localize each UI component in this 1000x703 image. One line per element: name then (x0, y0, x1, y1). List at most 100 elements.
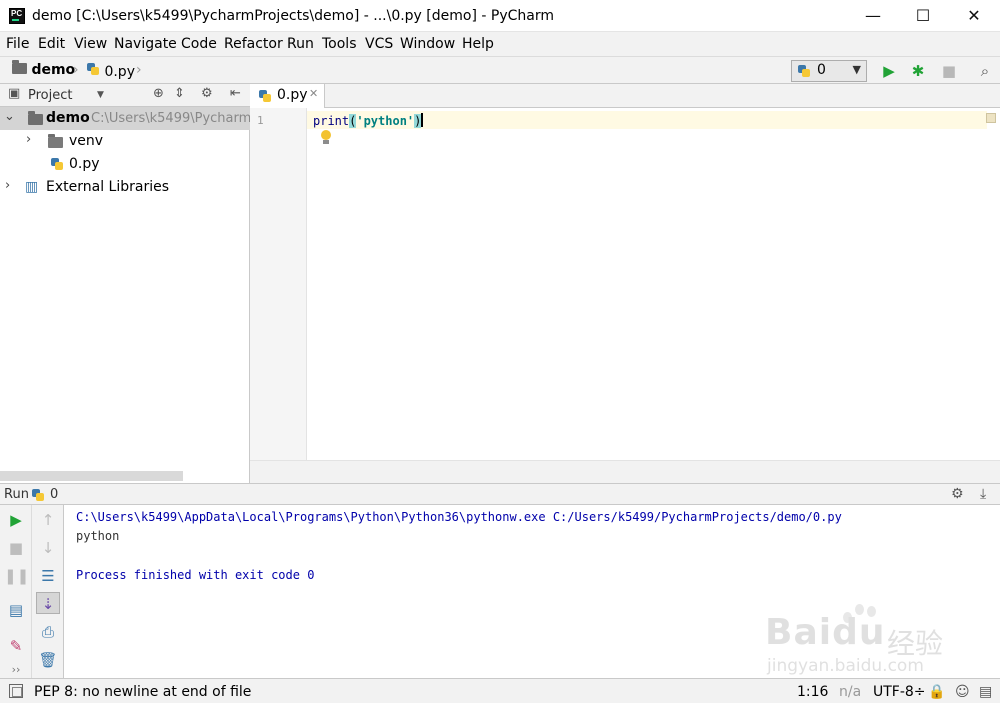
editor-gutter: 1 (250, 108, 307, 460)
run-configuration-select[interactable]: 0 ▼ (791, 60, 867, 82)
baidu-watermark: Baidu 经验 jingyan.baidu.com (765, 598, 945, 678)
menu-navigate[interactable]: Navigate (114, 36, 177, 52)
tree-item-label: demo (46, 110, 90, 126)
chevron-down-icon: ▼ (852, 63, 861, 76)
stop-icon[interactable]: ■ (4, 537, 28, 559)
up-arrow-icon[interactable]: ↑ (36, 509, 60, 531)
pause-icon[interactable]: ❚❚ (4, 565, 29, 587)
line-number: 1 (257, 114, 264, 127)
menu-bar: File Edit View Navigate Code Refactor Ru… (0, 32, 1000, 56)
window-title: demo [C:\Users\k5499\PycharmProjects\dem… (32, 8, 554, 24)
stop-button[interactable]: ■ (938, 61, 960, 81)
editor-tab-bar: 0.py ✕ (250, 84, 1000, 108)
breadcrumb-file[interactable]: 0.py (86, 62, 135, 80)
tool-windows-icon[interactable] (9, 684, 23, 698)
folder-icon (28, 111, 43, 125)
debug-button[interactable]: ✱ (907, 61, 929, 81)
chevron-down-icon[interactable]: ⌄ (4, 109, 15, 124)
locate-file-icon[interactable]: ⊕ (153, 86, 164, 101)
trash-icon[interactable]: 🗑 (36, 649, 60, 671)
run-toolbar-primary: ▶ ■ ❚❚ ▤ ✎ ›› (0, 505, 31, 678)
close-window-button[interactable]: ✕ (951, 0, 997, 32)
tab-0-py[interactable]: 0.py ✕ (250, 84, 325, 108)
editor-area: 0.py ✕ 1 print('python') (250, 84, 1000, 483)
navigation-bar: demo › 0.py › 0 ▼ ▶ ✱ ■ ⌕ (0, 56, 1000, 84)
menu-code[interactable]: Code (181, 36, 217, 52)
run-button[interactable]: ▶ (878, 61, 900, 81)
title-bar: PC demo [C:\Users\k5499\PycharmProjects\… (0, 0, 1000, 32)
project-panel-header: ▣ Project ▼ ⊕ ⇕ ⚙ ⇤ (0, 84, 250, 107)
run-configuration-value: 0 (817, 62, 826, 78)
editor-horizontal-scrollbar[interactable] (250, 460, 1000, 483)
print-icon[interactable]: ⎙ (36, 621, 60, 643)
menu-vcs[interactable]: VCS (365, 36, 393, 52)
code-close-paren: ) (414, 114, 422, 128)
run-config-tab[interactable]: 0 (50, 487, 58, 502)
inspector-icon[interactable]: ☺ (955, 684, 970, 700)
gear-icon[interactable]: ⚙ (201, 86, 213, 101)
gear-icon[interactable]: ⚙ (951, 486, 964, 502)
restore-layout-icon[interactable]: ▤ (4, 599, 28, 621)
menu-refactor[interactable]: Refactor (224, 36, 283, 52)
code-function: print (313, 114, 350, 128)
folder-icon (48, 134, 63, 148)
status-message: PEP 8: no newline at end of file (34, 684, 252, 700)
code-line[interactable]: print('python') (313, 113, 424, 128)
down-arrow-icon[interactable]: ↓ (36, 537, 60, 559)
pycharm-logo-icon: PC (9, 8, 25, 24)
menu-help[interactable]: Help (462, 36, 494, 52)
chevron-down-icon[interactable]: ▼ (97, 90, 104, 100)
watermark-site: jingyan.baidu.com (767, 656, 924, 676)
menu-run[interactable]: Run (287, 36, 314, 52)
chevron-right-icon[interactable]: › (26, 132, 31, 147)
minimize-button[interactable]: — (850, 0, 896, 32)
hide-panel-icon[interactable]: ⇤ (230, 86, 241, 101)
breadcrumb-project-label: demo (31, 62, 76, 78)
python-file-icon (258, 89, 272, 103)
python-file-icon (31, 488, 45, 502)
tree-item-0-py[interactable]: 0.py (0, 153, 250, 176)
menu-tools[interactable]: Tools (322, 36, 357, 52)
menu-view[interactable]: View (74, 36, 107, 52)
close-tab-icon[interactable]: ✕ (309, 87, 318, 100)
cursor-position[interactable]: 1:16 (797, 684, 828, 700)
lightbulb-icon[interactable] (320, 130, 332, 146)
collapse-all-icon[interactable]: ⇕ (174, 86, 185, 101)
code-string: 'python' (356, 114, 415, 128)
pin-tab-icon[interactable]: ✎ (4, 635, 28, 657)
menu-edit[interactable]: Edit (38, 36, 65, 52)
inspection-marker-icon[interactable] (986, 113, 996, 123)
lock-icon[interactable]: 🔒 (928, 684, 945, 700)
menu-window[interactable]: Window (400, 36, 455, 52)
file-encoding[interactable]: UTF-8÷ (873, 684, 926, 700)
chevron-right-icon[interactable]: › (5, 178, 10, 193)
rerun-icon[interactable]: ▶ (4, 509, 28, 531)
watermark-brand: Baidu (765, 612, 886, 653)
console-command-line: C:\Users\k5499\AppData\Local\Programs\Py… (76, 510, 842, 524)
tree-item-venv[interactable]: › venv (0, 130, 250, 153)
search-everywhere-button[interactable]: ⌕ (974, 61, 996, 81)
tree-item-demo[interactable]: ⌄ demo C:\Users\k5499\PycharmProjects\de… (0, 107, 250, 130)
maximize-button[interactable]: ☐ (900, 0, 946, 32)
breadcrumb-project[interactable]: demo (12, 60, 76, 78)
event-log-icon[interactable]: ▤ (979, 684, 992, 700)
run-toolbar-secondary: ↑ ↓ ☰ ⇣ ⎙ 🗑 (31, 505, 62, 678)
text-caret (421, 113, 424, 127)
soft-wrap-icon[interactable]: ☰ (36, 565, 60, 587)
libraries-icon: ▥ (25, 179, 39, 195)
run-panel-header: Run 0 ⚙ ⤓ (0, 483, 1000, 505)
project-view-icon: ▣ (8, 86, 21, 101)
python-file-icon (797, 64, 811, 78)
tree-item-label: 0.py (69, 156, 100, 172)
menu-file[interactable]: File (6, 36, 29, 52)
scroll-to-end-icon[interactable]: ⇣ (36, 592, 60, 614)
status-bar: PEP 8: no newline at end of file 1:16 n/… (0, 678, 1000, 703)
run-panel-title[interactable]: Run (4, 487, 29, 502)
tree-item-external-libraries[interactable]: › ▥ External Libraries (0, 176, 250, 199)
tab-label: 0.py (277, 87, 308, 103)
folder-icon (12, 60, 27, 74)
line-separator[interactable]: n/a (839, 684, 861, 700)
horizontal-scrollbar[interactable] (0, 471, 183, 481)
project-panel-title[interactable]: Project (28, 88, 72, 103)
hide-panel-icon[interactable]: ⤓ (980, 486, 986, 502)
